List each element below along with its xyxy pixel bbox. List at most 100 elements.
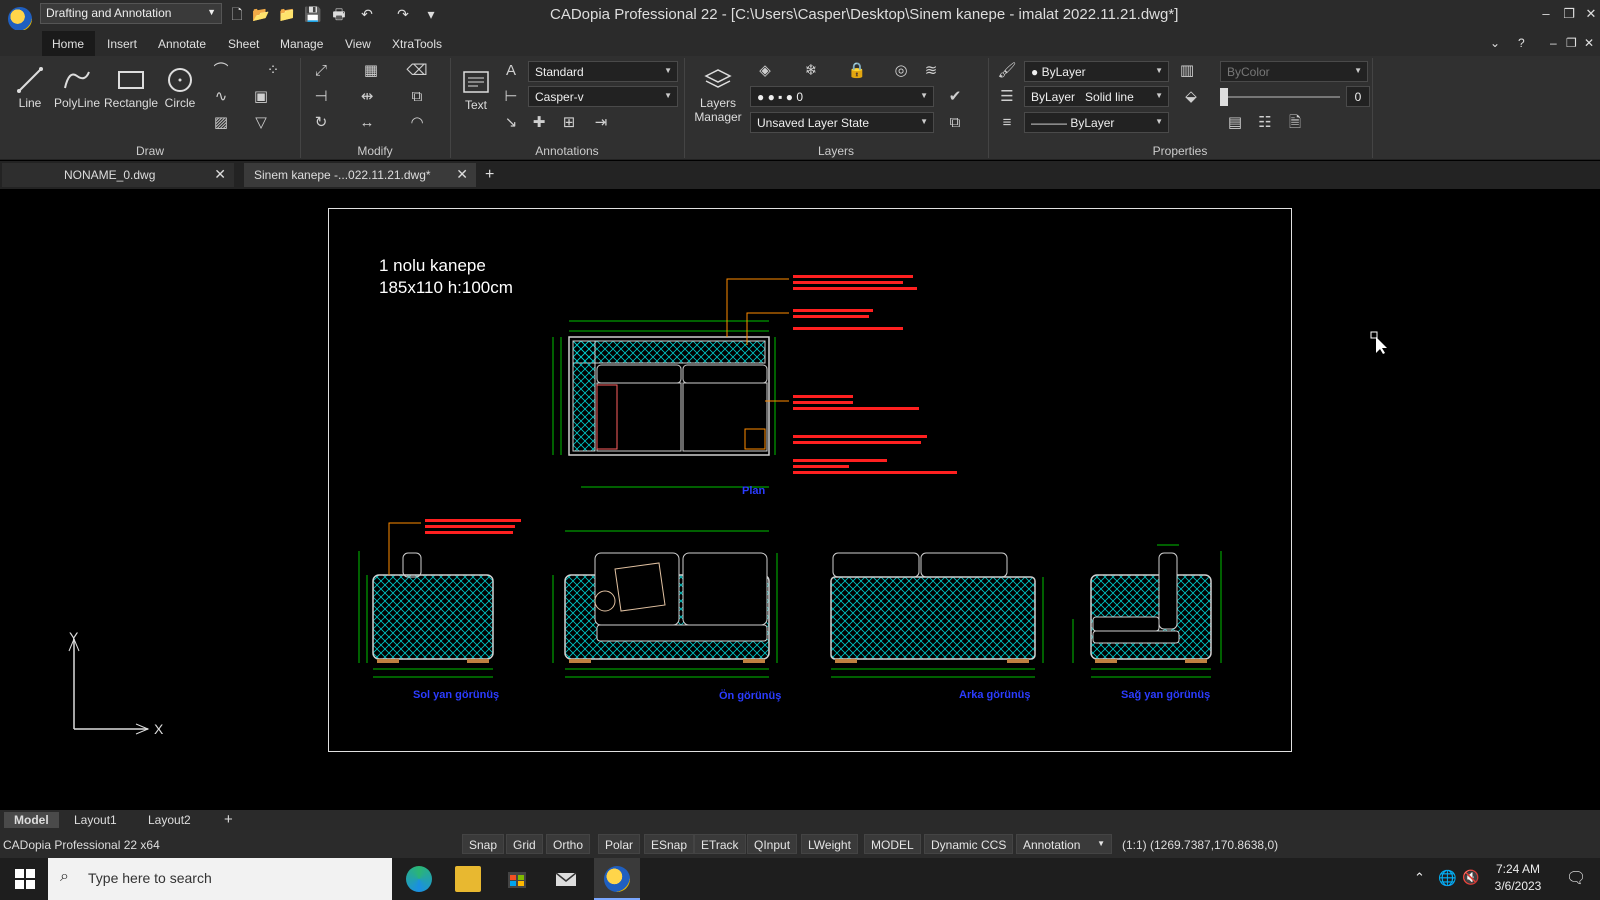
restore-icon[interactable]: ❐: [1558, 4, 1580, 24]
ribbon-toggle-icon[interactable]: ⌄: [1490, 36, 1500, 50]
tab-sheet[interactable]: Sheet: [228, 37, 259, 51]
layout-tab-model[interactable]: Model: [4, 812, 59, 828]
spline-icon[interactable]: ∿: [210, 86, 232, 108]
grid-button[interactable]: Grid: [506, 834, 543, 854]
layout-tab-layout1[interactable]: Layout1: [64, 812, 127, 828]
layer-state-select[interactable]: Unsaved Layer State ▼: [750, 112, 934, 133]
doc-tab-noname[interactable]: NONAME_0.dwg ✕: [2, 163, 234, 187]
circle-button[interactable]: Circle: [162, 64, 198, 110]
volume-muted-icon[interactable]: 🔇: [1462, 869, 1479, 886]
lweight-button[interactable]: LWeight: [801, 834, 858, 854]
add-layout-icon[interactable]: +: [214, 812, 243, 828]
match-properties-icon[interactable]: 🖌: [996, 60, 1018, 82]
plot-style-select[interactable]: ByColor ▼: [1220, 61, 1368, 82]
doc-minimize-icon[interactable]: –: [1550, 36, 1557, 50]
attribute-icon[interactable]: ⇥: [590, 112, 612, 134]
fillet-icon[interactable]: ◠: [406, 112, 428, 134]
leader-icon[interactable]: ↘: [500, 112, 522, 134]
tab-xtratools[interactable]: XtraTools: [392, 37, 442, 51]
qinput-button[interactable]: QInput: [747, 834, 798, 854]
windows-start-icon[interactable]: [12, 866, 38, 892]
quick-select-icon[interactable]: ▤: [1224, 112, 1246, 134]
tab-insert[interactable]: Insert: [107, 37, 137, 51]
layer-lock-icon[interactable]: 🔒: [846, 60, 868, 82]
lineweight-display-icon[interactable]: ▥: [1176, 60, 1198, 82]
dynamic-ccs-button[interactable]: Dynamic CCS: [924, 834, 1014, 854]
tab-annotate[interactable]: Annotate: [158, 37, 206, 51]
dim-style-select[interactable]: Casper-v ▼: [528, 86, 678, 107]
workspace-select[interactable]: Drafting and Annotation ▼: [40, 3, 222, 24]
undo-icon[interactable]: ↶: [356, 4, 378, 24]
rectangle-button[interactable]: Rectangle: [104, 64, 158, 110]
open-file-icon[interactable]: 📂: [250, 4, 272, 24]
drawing-canvas[interactable]: 1 nolu kanepe 185x110 h:100cm Plan Sol y…: [0, 189, 1600, 810]
close-icon[interactable]: ✕: [456, 166, 468, 183]
current-layer-select[interactable]: ● ● ▪ ● 0 ▼: [750, 86, 934, 107]
layer-freeze-icon[interactable]: ❄: [800, 60, 822, 82]
annotation-scale-select[interactable]: Annotation ▼: [1016, 834, 1112, 854]
arc-icon[interactable]: ⌒: [210, 60, 232, 82]
polyline-button[interactable]: PolyLine: [54, 64, 100, 110]
layer-off-icon[interactable]: ◈: [754, 60, 776, 82]
dimension-icon[interactable]: ⊢: [500, 86, 522, 108]
properties-list-icon[interactable]: ☷: [1254, 112, 1276, 134]
text-button[interactable]: Text: [458, 66, 494, 112]
doc-close-icon[interactable]: ✕: [1584, 36, 1594, 50]
mirror-icon[interactable]: ⇹: [356, 86, 378, 108]
tab-home[interactable]: Home: [52, 37, 84, 51]
polar-button[interactable]: Polar: [598, 834, 641, 854]
point-icon[interactable]: ⁘: [262, 60, 284, 82]
layout-tab-layout2[interactable]: Layout2: [138, 812, 201, 828]
ortho-button[interactable]: Ortho: [546, 834, 591, 854]
taskbar-search-box[interactable]: ⌕ Type here to search: [48, 858, 392, 900]
linetype-icon[interactable]: ☰: [996, 86, 1018, 108]
app-logo-icon[interactable]: [8, 7, 32, 31]
doc-tab-sinem[interactable]: Sinem kanepe -...022.11.21.dwg* ✕: [244, 163, 476, 187]
customize-qat-icon[interactable]: ▾: [420, 4, 442, 24]
print-icon[interactable]: 🖶: [328, 4, 350, 24]
help-icon[interactable]: ?: [1518, 36, 1525, 50]
layer-isolate-icon[interactable]: ◎: [890, 60, 912, 82]
offset-icon[interactable]: ▣: [250, 86, 272, 108]
model-button[interactable]: MODEL: [864, 834, 921, 854]
region-icon[interactable]: ▽: [250, 112, 272, 134]
transparency-value[interactable]: 0: [1346, 86, 1370, 107]
erase-icon[interactable]: ⌫: [406, 60, 428, 82]
color-select[interactable]: ● ByLayer ▼: [1024, 61, 1169, 82]
tab-view[interactable]: View: [345, 37, 371, 51]
rotate-icon[interactable]: ↻: [310, 112, 332, 134]
layer-walk-icon[interactable]: ≋: [920, 60, 942, 82]
new-tab-icon[interactable]: +: [480, 163, 504, 187]
open-recent-icon[interactable]: 📁: [276, 4, 298, 24]
clock[interactable]: 7:24 AM 3/6/2023: [1486, 862, 1550, 893]
store-icon[interactable]: [504, 866, 530, 892]
text-style-select[interactable]: Standard ▼: [528, 61, 678, 82]
slider-handle[interactable]: [1220, 88, 1228, 106]
close-icon[interactable]: ✕: [214, 166, 226, 183]
text-height-icon[interactable]: A: [500, 60, 522, 82]
redo-icon[interactable]: ↷: [392, 4, 414, 24]
save-icon[interactable]: 💾: [302, 4, 324, 24]
network-icon[interactable]: 🌐: [1438, 869, 1457, 887]
minimize-icon[interactable]: –: [1535, 4, 1557, 24]
table-icon[interactable]: ⊞: [558, 112, 580, 134]
lineweight-select[interactable]: ——— ByLayer ▼: [1024, 112, 1169, 133]
trim-icon[interactable]: ⊣: [310, 86, 332, 108]
etrack-button[interactable]: ETrack: [694, 834, 746, 854]
mail-icon[interactable]: [553, 866, 579, 892]
layers-manager-button[interactable]: Layers Manager: [690, 64, 746, 124]
file-explorer-icon[interactable]: [455, 866, 481, 892]
close-icon[interactable]: ✕: [1580, 4, 1600, 24]
esnap-button[interactable]: ESnap: [644, 834, 695, 854]
new-file-icon[interactable]: 🗋: [226, 4, 248, 24]
tab-manage[interactable]: Manage: [280, 37, 323, 51]
doc-restore-icon[interactable]: ❐: [1566, 36, 1577, 50]
transparency-slider[interactable]: [1220, 88, 1340, 106]
copy-icon[interactable]: ⧉: [406, 86, 428, 108]
stretch-icon[interactable]: ↔: [356, 112, 378, 134]
move-icon[interactable]: ⤢: [310, 60, 332, 82]
hatch-icon[interactable]: ▨: [210, 112, 232, 134]
cadopia-taskbar-icon[interactable]: [604, 866, 630, 892]
ordinate-icon[interactable]: ✚: [528, 112, 550, 134]
list-icon[interactable]: 🗎: [1284, 112, 1306, 134]
